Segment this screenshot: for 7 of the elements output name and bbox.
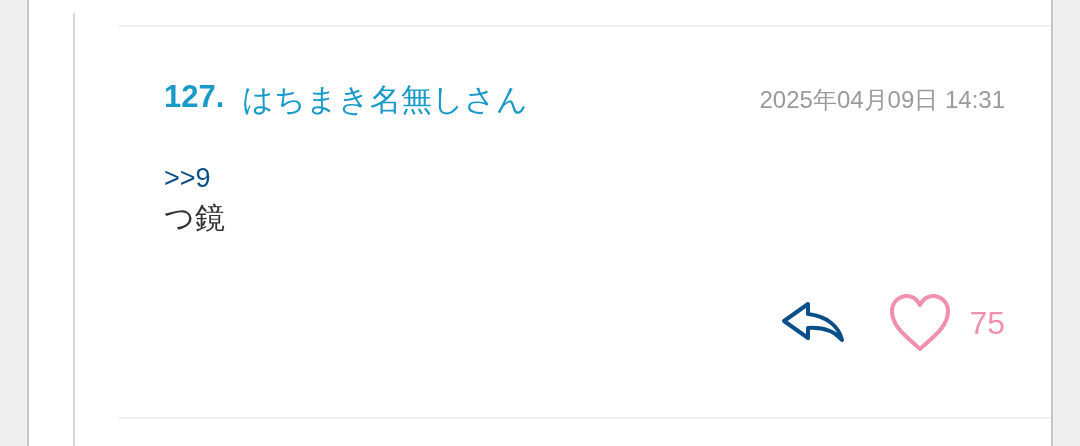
reply-anchor-link[interactable]: >>9 (164, 163, 211, 194)
reply-arrow-icon (781, 301, 846, 345)
author-name: はちまき名無しさん (242, 81, 529, 119)
comment-body: つ鏡 (164, 199, 226, 237)
comment-number: 127. (164, 79, 225, 116)
post-date: 2025年04月09日 14:31 (759, 85, 1005, 115)
reply-button[interactable] (781, 301, 846, 345)
